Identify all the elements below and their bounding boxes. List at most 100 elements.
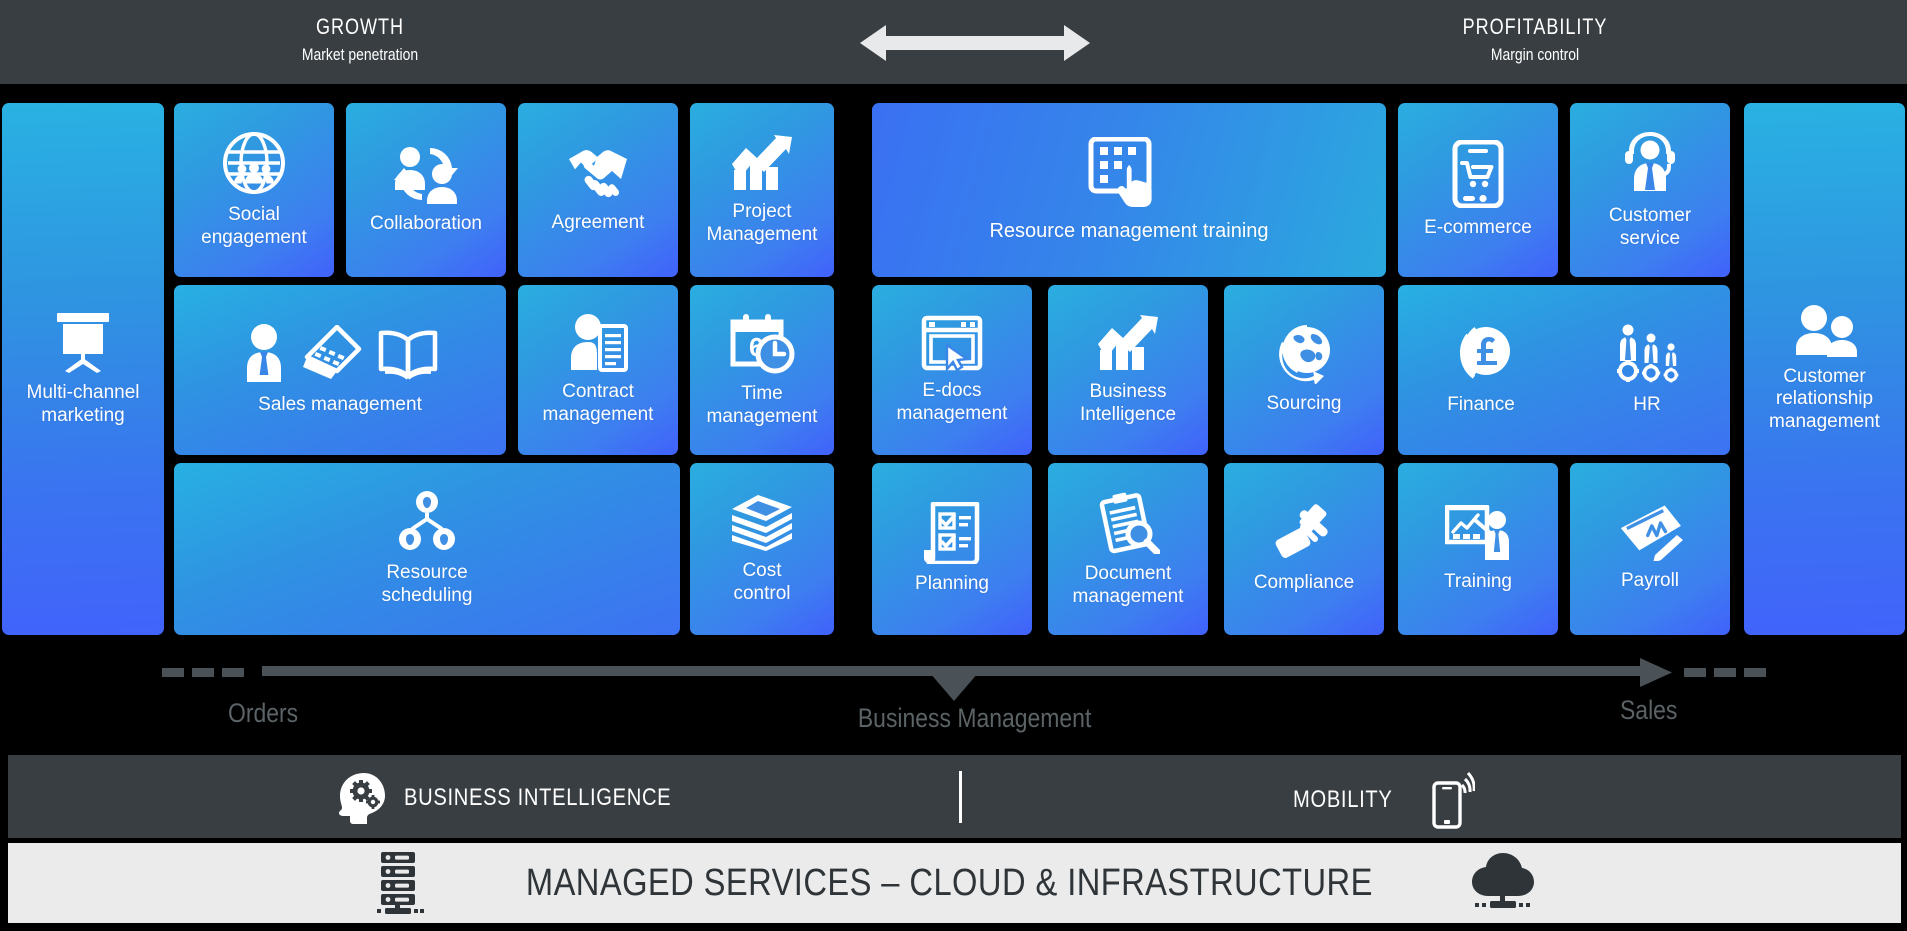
tile-label: Payroll: [1620, 570, 1680, 592]
axis-label-orders: Orders: [228, 698, 299, 728]
collaboration-people-icon: [392, 144, 460, 205]
tile-agreement[interactable]: Agreement: [518, 103, 678, 277]
mobility-label: MOBILITY: [1293, 786, 1393, 813]
tile-label: Social engagement: [201, 204, 307, 248]
growth-chart-icon: [730, 134, 794, 192]
growth-subtitle: Market penetration: [301, 45, 419, 64]
tile-collaboration[interactable]: Collaboration: [346, 103, 506, 277]
tile-ecommerce[interactable]: E-commerce: [1398, 103, 1558, 277]
tile-label: Resource management training: [989, 219, 1269, 242]
tile-cost-control[interactable]: Cost control: [690, 463, 834, 635]
tile-resource-scheduling[interactable]: Resource scheduling: [174, 463, 680, 635]
tile-label: E-commerce: [1424, 217, 1532, 239]
pound-coin-icon: [1448, 323, 1514, 385]
tile-hr[interactable]: HR: [1564, 285, 1730, 455]
tile-sales-management[interactable]: Sales management: [174, 285, 506, 455]
tile-edocs-management[interactable]: E-docs management: [872, 285, 1032, 455]
tile-business-intelligence[interactable]: Business Intelligence: [1048, 285, 1208, 455]
axis-label-sales: Sales: [1620, 695, 1678, 725]
tile-label: Document management: [1072, 563, 1184, 607]
calendar-clock-icon: 6: [729, 312, 795, 374]
two-people-icon: [1788, 305, 1862, 358]
server-rack-icon: [377, 852, 425, 914]
clipboard-search-icon: [1096, 490, 1160, 555]
globe-arrow-icon: [1272, 324, 1336, 385]
vertical-divider: [959, 771, 962, 823]
tile-label: Training: [1444, 571, 1512, 593]
profitability-segment: PROFITABILITY Margin control: [1420, 14, 1650, 65]
managed-services-bar: MANAGED SERVICES – CLOUD & INFRASTRUCTUR…: [8, 843, 1901, 923]
tile-label: E-docs management: [896, 380, 1008, 424]
business-intelligence-item[interactable]: BUSINESS INTELLIGENCE: [334, 771, 722, 825]
org-chart-people-icon: [396, 491, 458, 553]
profitability-subtitle: Margin control: [1490, 45, 1580, 64]
presenter-board-icon: [1445, 504, 1511, 562]
tile-time-management[interactable]: 6 Time management: [690, 285, 834, 455]
tile-label: Customer relationship management: [1769, 366, 1880, 432]
checklist-icon: [923, 502, 981, 565]
axis-label-business-management: Business Management: [857, 703, 1092, 733]
tile-label: Agreement: [551, 212, 645, 234]
people-gears-icon: [1613, 323, 1681, 385]
salesperson-icon: [247, 324, 281, 383]
tile-label: Multi-channel marketing: [26, 382, 140, 426]
tile-label: Time management: [706, 383, 818, 427]
handshake-icon: [561, 145, 635, 203]
open-book-icon: [378, 330, 438, 380]
double-arrow-icon: [860, 25, 1090, 61]
tile-label: Resource scheduling: [381, 562, 473, 606]
tile-label: Project Management: [706, 201, 818, 245]
laptop-icon: [303, 325, 362, 380]
gavel-icon: [1273, 503, 1335, 563]
tile-customer-relationship-management[interactable]: Customer relationship management: [1744, 103, 1905, 635]
tile-multi-channel-marketing[interactable]: Multi-channel marketing: [2, 103, 164, 635]
tile-label: Planning: [915, 573, 989, 595]
bi-mobility-bar: BUSINESS INTELLIGENCE MOBILITY: [8, 755, 1901, 838]
tile-payroll[interactable]: Payroll: [1570, 463, 1730, 635]
tile-sourcing[interactable]: Sourcing: [1224, 285, 1384, 455]
growth-title: GROWTH: [315, 14, 405, 39]
tile-label: Contract management: [542, 381, 654, 425]
tile-compliance[interactable]: Compliance: [1224, 463, 1384, 635]
tile-label: Compliance: [1253, 572, 1355, 594]
mobile-signal-icon: [1432, 771, 1476, 829]
profitability-title: PROFITABILITY: [1462, 14, 1608, 39]
tile-label: Sourcing: [1266, 393, 1342, 415]
mobility-item[interactable]: MOBILITY: [1293, 771, 1476, 829]
tile-label: Finance: [1447, 394, 1515, 416]
browser-cursor-icon: [921, 315, 983, 372]
erp-capability-map: GROWTH Market penetration PROFITABILITY …: [0, 0, 1907, 931]
mobile-cart-icon: [1452, 140, 1504, 209]
tile-label: Collaboration: [370, 213, 482, 235]
tile-label: Customer service: [1608, 205, 1692, 249]
managed-services-label: MANAGED SERVICES – CLOUD & INFRASTRUCTUR…: [526, 861, 1373, 904]
tile-label: Business Intelligence: [1079, 381, 1177, 425]
tile-resource-management-training[interactable]: Resource management training: [872, 103, 1386, 277]
process-flow-axis: Orders Business Management Sales: [0, 645, 1907, 755]
tile-customer-service[interactable]: Customer service: [1570, 103, 1730, 277]
tile-label: Cost control: [733, 560, 791, 604]
tile-finance[interactable]: Finance: [1398, 285, 1564, 455]
person-document-icon: [566, 314, 630, 373]
cheque-pen-icon: [1615, 505, 1685, 562]
tile-label: HR: [1633, 394, 1661, 416]
tile-contract-management[interactable]: Contract management: [518, 285, 678, 455]
capability-tile-grid: Multi-channel marketing Social engagemen…: [0, 103, 1907, 637]
tile-document-management[interactable]: Document management: [1048, 463, 1208, 635]
tile-project-management[interactable]: Project Management: [690, 103, 834, 277]
tile-training[interactable]: Training: [1398, 463, 1558, 635]
projector-screen-icon: [51, 311, 115, 374]
globe-people-icon: [222, 131, 286, 195]
head-gears-icon: [339, 773, 385, 824]
cloud-network-icon: [1471, 853, 1534, 908]
headset-agent-icon: [1620, 130, 1680, 196]
tile-finance-hr[interactable]: Finance HR: [1398, 285, 1730, 455]
tile-planning[interactable]: Planning: [872, 463, 1032, 635]
growth-segment: GROWTH Market penetration: [260, 14, 460, 65]
tile-social-engagement[interactable]: Social engagement: [174, 103, 334, 277]
tile-label: Sales management: [258, 394, 422, 416]
sales-management-icons: [241, 323, 439, 385]
top-header-bar: GROWTH Market penetration PROFITABILITY …: [0, 0, 1907, 84]
touch-tablet-icon: [1087, 136, 1171, 211]
business-intelligence-label: BUSINESS INTELLIGENCE: [404, 784, 672, 811]
